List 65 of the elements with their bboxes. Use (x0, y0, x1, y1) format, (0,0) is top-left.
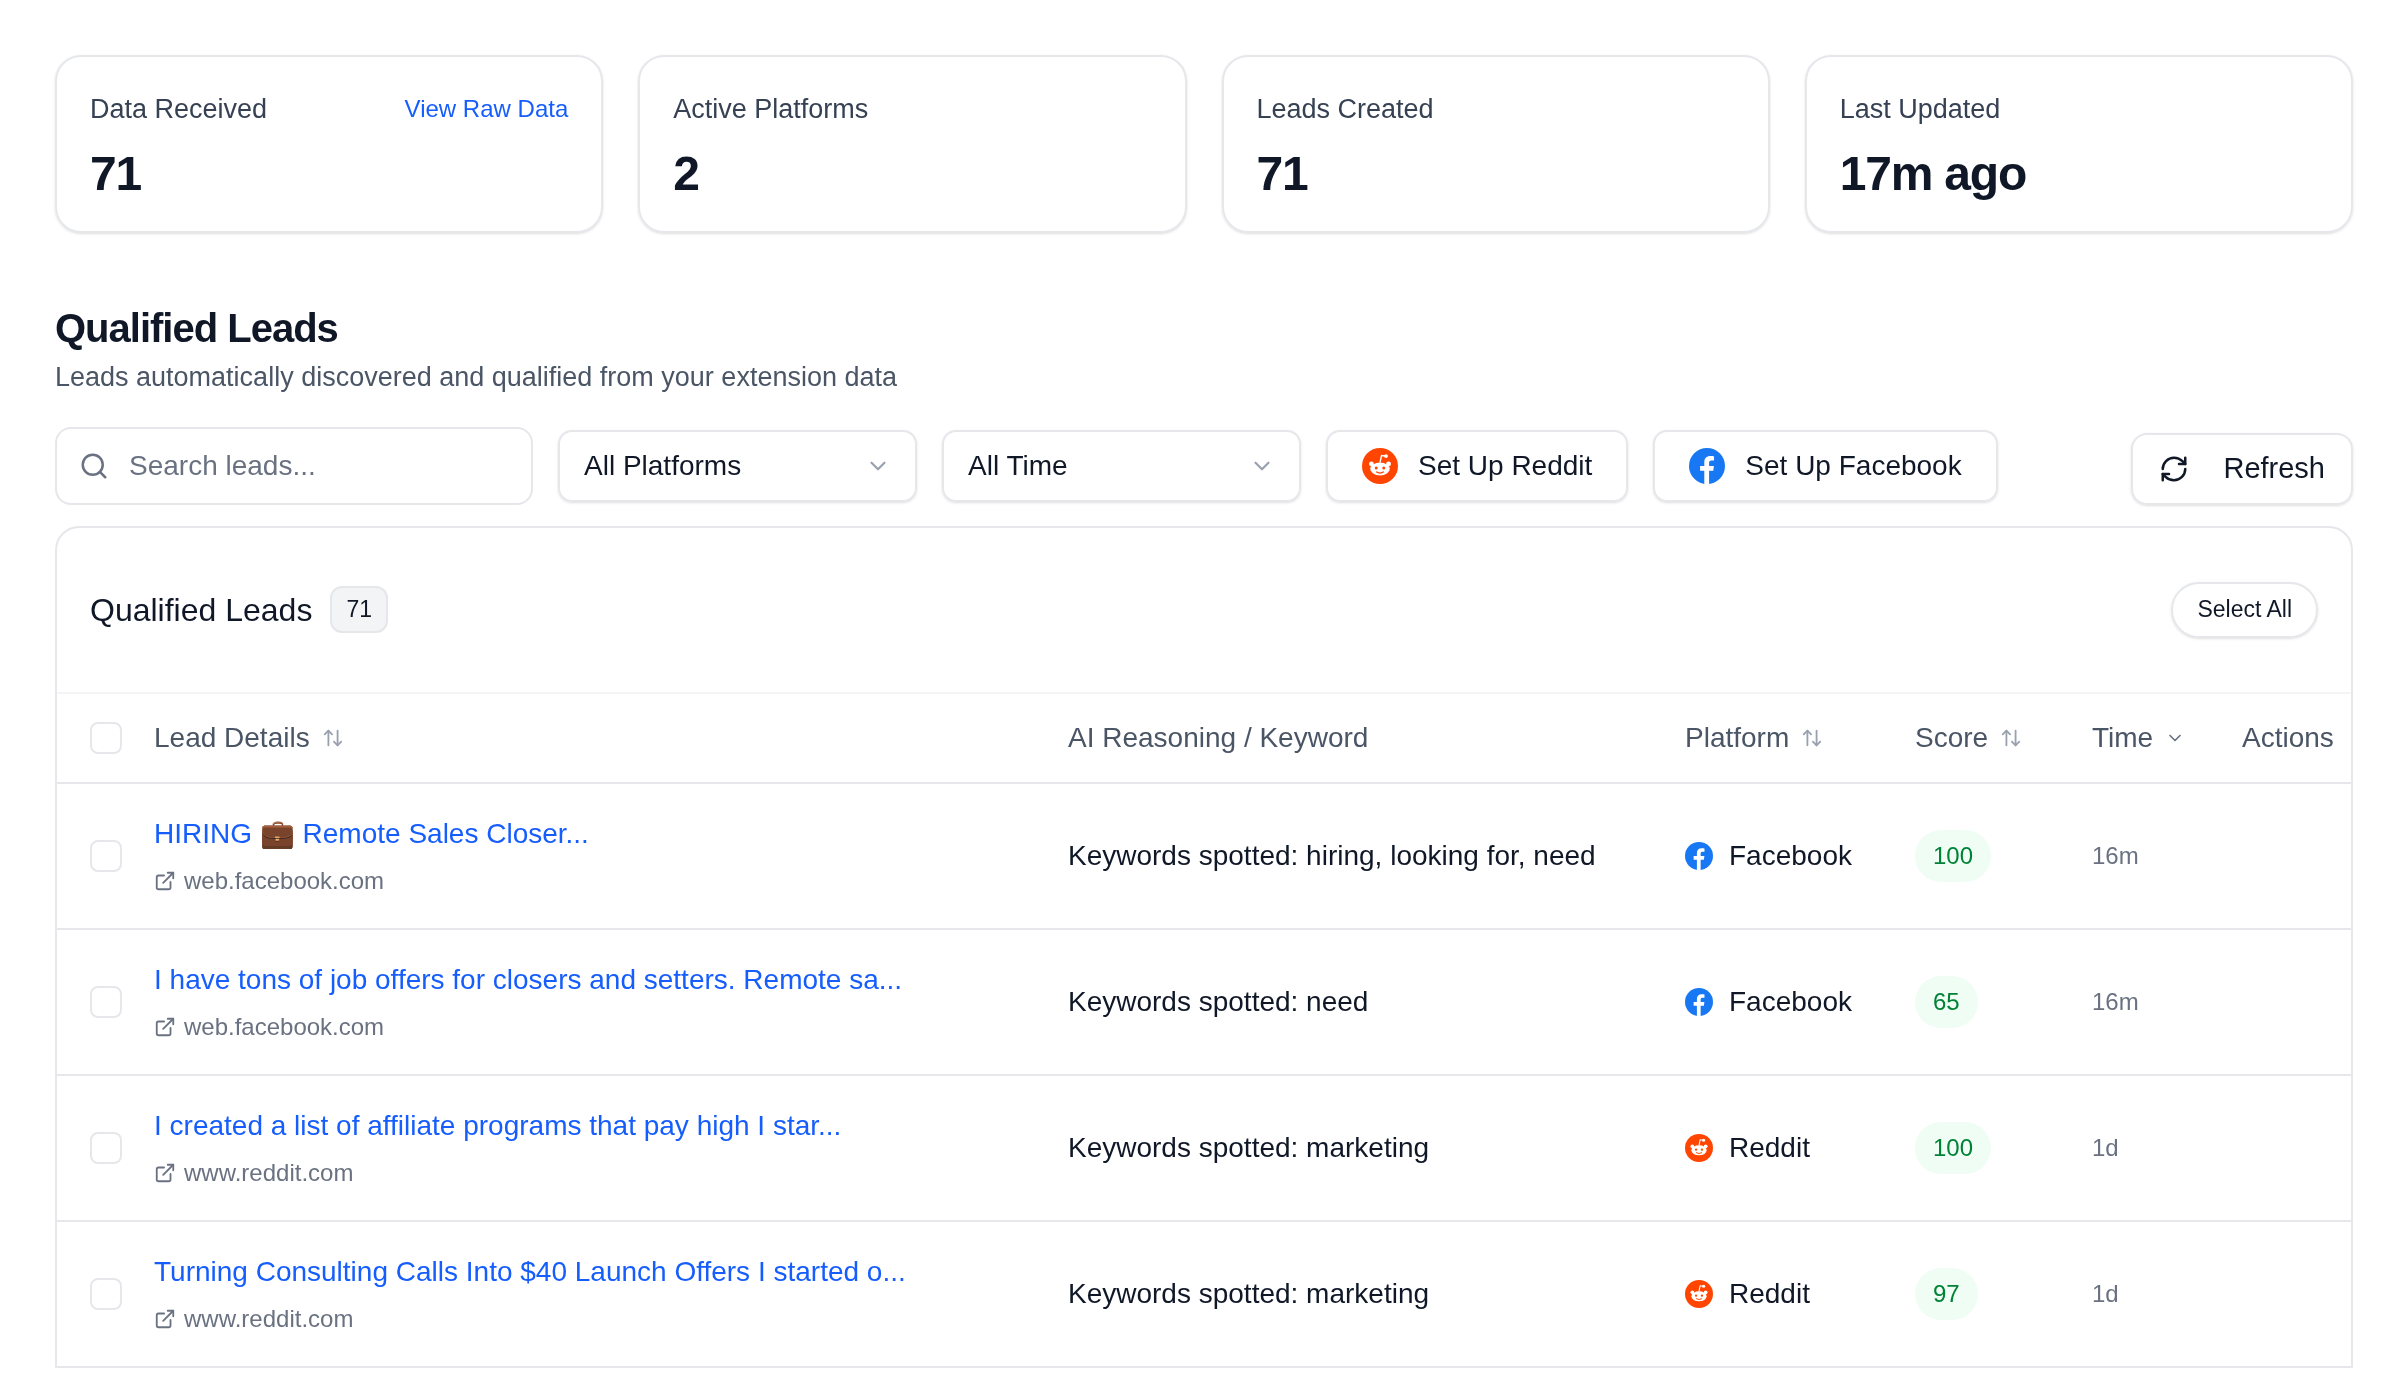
reddit-icon (1362, 447, 1398, 484)
platform-name: Facebook (1729, 984, 1852, 1019)
external-link-icon (154, 1015, 176, 1038)
reddit-icon (1685, 1279, 1713, 1308)
section-subtitle: Leads automatically discovered and qualified from your extension data (55, 361, 898, 394)
column-header: Time (2092, 720, 2154, 755)
stat-label: Active Platforms (673, 93, 869, 126)
stat-label: Data Received (90, 93, 268, 126)
platform-dropdown[interactable]: All Platforms (558, 429, 917, 502)
reasoning-text: Keywords spotted: marketing (1068, 1130, 1431, 1165)
checkbox[interactable] (90, 1131, 122, 1164)
setup-button[interactable]: Set Up Reddit (1326, 429, 1629, 502)
lead-title-link[interactable]: Turning Consulting Calls Into $40 Launch Offers I started o... (154, 1250, 1068, 1293)
reasoning-text: Keywords spotted: marketing (1068, 1276, 1431, 1311)
column-header: AI Reasoning / Keyword (1068, 720, 1369, 755)
view-raw-data-link[interactable]: View Raw Data (404, 91, 569, 128)
table-title: Qualified Leads (90, 590, 313, 630)
lead-domain: web.facebook.com (184, 1011, 385, 1042)
setup-button[interactable]: Set Up Facebook (1653, 429, 1998, 502)
time-text: 1d (2092, 1132, 2120, 1163)
column-header: Lead Details (154, 720, 310, 755)
column-header: Platform (1685, 720, 1790, 755)
column-header: Actions (2242, 720, 2334, 755)
external-link-icon (154, 1161, 176, 1184)
checkbox[interactable] (90, 721, 122, 754)
lead-title-link[interactable]: I created a list of affiliate programs that pay high I star... (154, 1104, 1068, 1147)
time-text: 16m (2092, 840, 2140, 871)
stat-value: 71 (90, 145, 142, 202)
time-text: 16m (2092, 986, 2140, 1017)
external-link-icon (154, 869, 176, 892)
select-all-button[interactable]: Select All (2171, 581, 2318, 638)
score-badge: 100 (1915, 829, 1992, 882)
checkbox[interactable] (90, 985, 122, 1018)
facebook-icon (1685, 841, 1713, 870)
lead-domain: web.facebook.com (184, 865, 385, 896)
checkbox[interactable] (90, 1277, 122, 1310)
facebook-icon (1689, 447, 1726, 484)
reasoning-text: Keywords spotted: hiring, looking for, need (1068, 838, 1597, 873)
score-badge: 97 (1915, 1267, 1978, 1320)
checkbox[interactable] (90, 839, 122, 872)
reddit-icon (1685, 1133, 1713, 1162)
platform-name: Facebook (1729, 838, 1852, 873)
stat-label: Leads Created (1256, 93, 1434, 126)
time-text: 1d (2092, 1278, 2120, 1309)
section-title: Qualified Leads (55, 305, 339, 352)
facebook-icon (1685, 987, 1713, 1016)
platform-name: Reddit (1729, 1130, 1810, 1165)
stat-label: Last Updated (1839, 93, 2001, 126)
time-dropdown[interactable]: All Time (942, 429, 1301, 502)
score-badge: 65 (1915, 975, 1978, 1028)
lead-title-link[interactable]: HIRING 💼 Remote Sales Closer... (154, 812, 1068, 855)
stat-value: 17m ago (1839, 145, 2028, 202)
external-link-icon (154, 1307, 176, 1330)
refresh-button[interactable]: Refresh (2131, 432, 2353, 505)
platform-name: Reddit (1729, 1276, 1810, 1311)
count-badge: 71 (330, 586, 388, 633)
stat-value: 2 (673, 145, 700, 202)
score-badge: 100 (1915, 1121, 1992, 1174)
stat-value: 71 (1256, 145, 1309, 202)
column-header: Score (1915, 720, 1989, 755)
lead-domain: www.reddit.com (184, 1157, 354, 1188)
lead-title-link[interactable]: I have tons of job offers for closers and setters. Remote sa... (154, 958, 1068, 1001)
reasoning-text: Keywords spotted: need (1068, 984, 1370, 1019)
search-field[interactable]: Search leads... (55, 426, 533, 505)
lead-domain: www.reddit.com (184, 1303, 354, 1334)
